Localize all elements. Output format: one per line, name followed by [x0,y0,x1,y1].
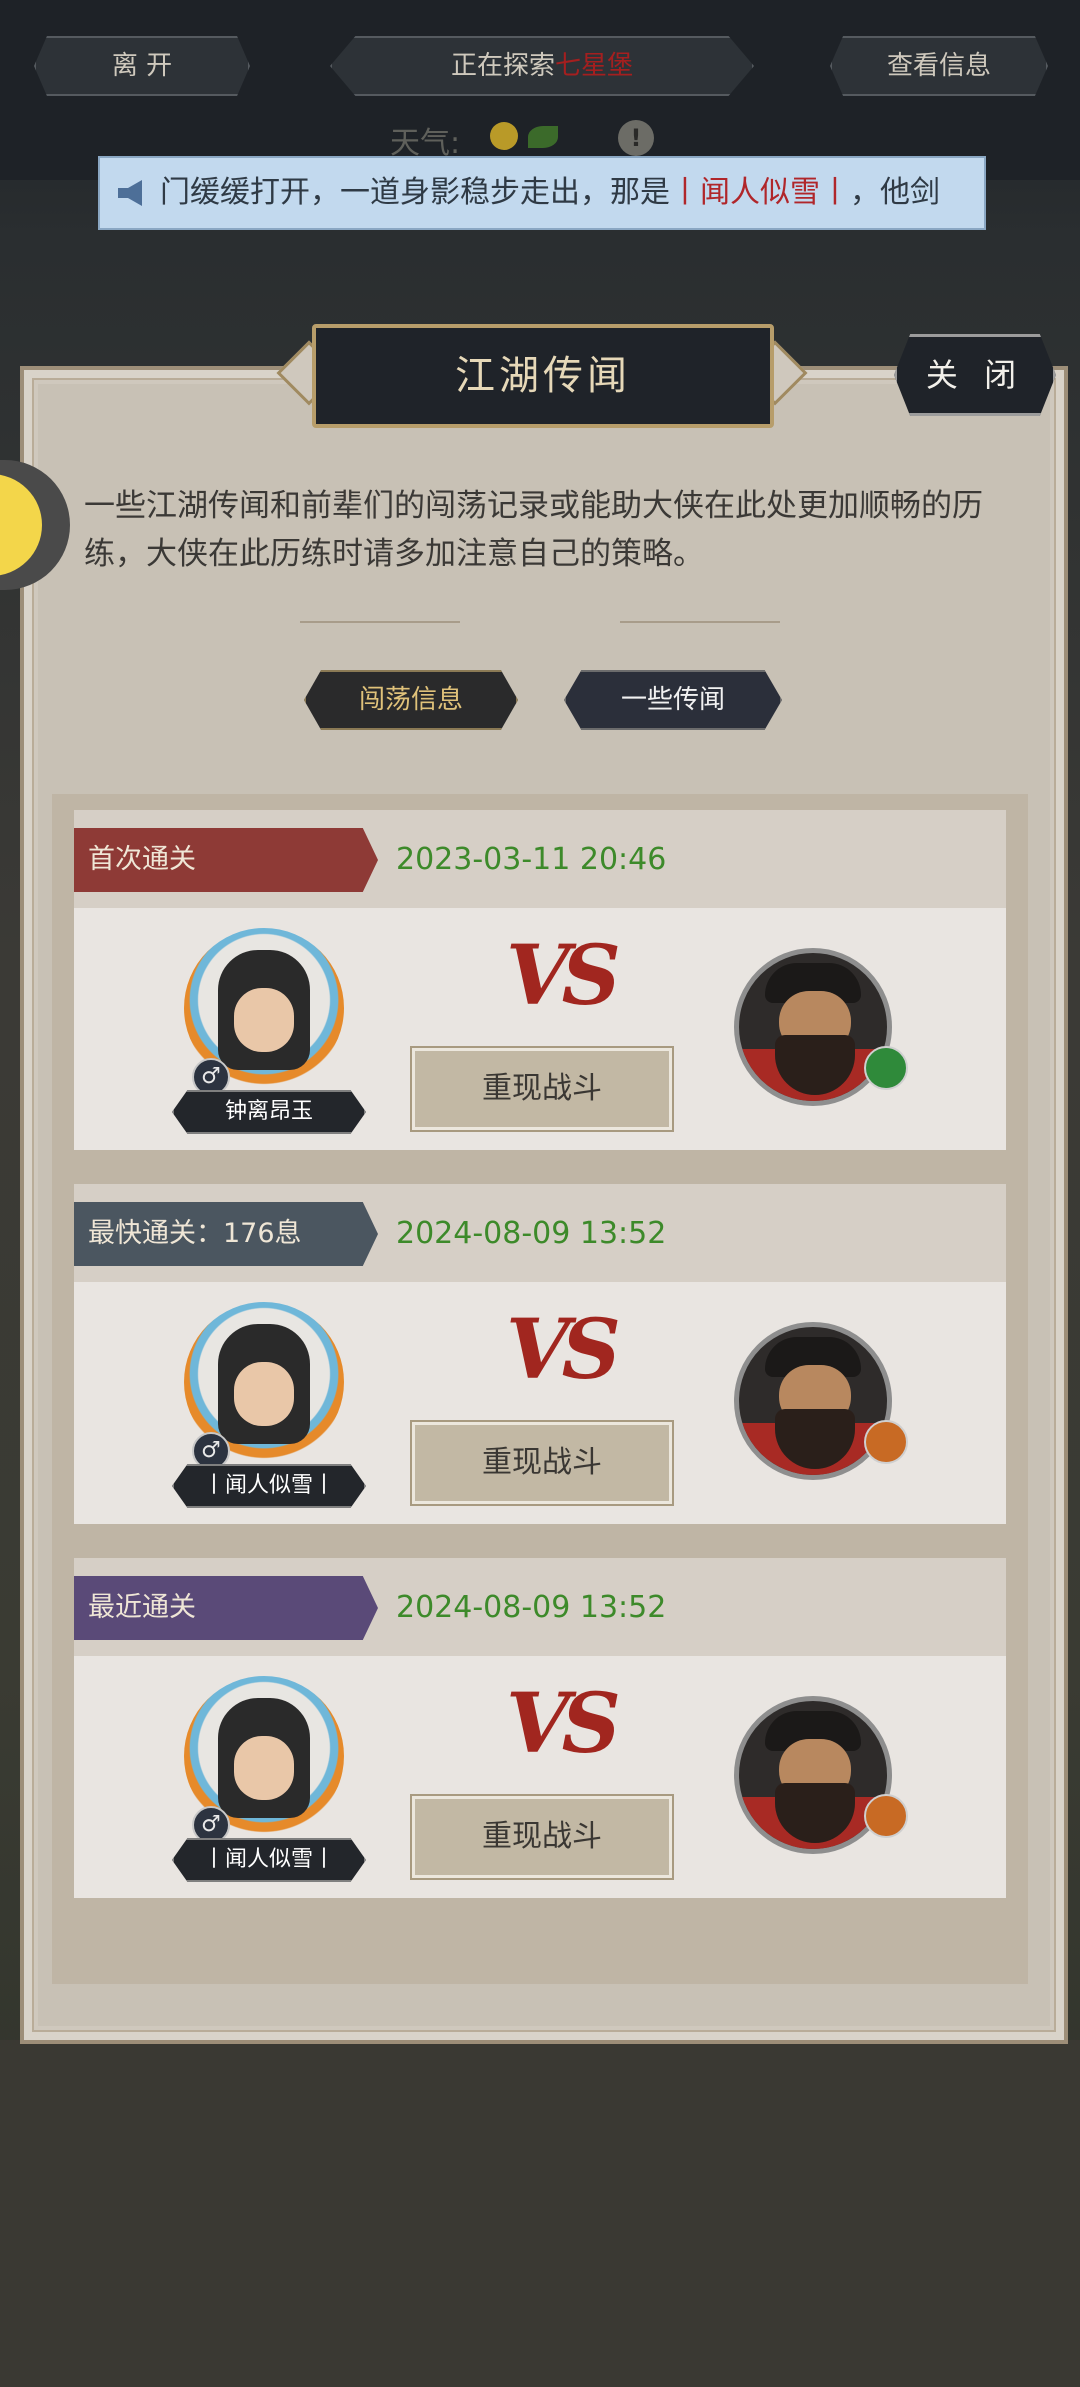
hero-name: 丨闻人似雪丨 [172,1464,366,1508]
marquee-player-name: 丨闻人似雪丨 [670,175,850,210]
divider-right [620,621,780,623]
vs-icon: VS [506,1676,621,1772]
weapon-badge-icon [864,1046,908,1090]
hero-face [234,988,294,1052]
view-info-button[interactable]: 查看信息 [830,36,1048,96]
exploring-place: 七星堡 [555,51,634,81]
hero-face [234,1736,294,1800]
divider-left [300,621,460,623]
close-button[interactable]: 关 闭 [894,334,1056,416]
record-body: ♂ 丨闻人似雪丨 VS 重现战斗 [74,1656,1006,1898]
marquee-text: 门缓缓打开，一道身影稳步走出，那是丨闻人似雪丨，他剑 [160,158,940,228]
marquee-text-before: 门缓缓打开，一道身影稳步走出，那是 [160,175,670,210]
leaf-icon [528,126,558,148]
record-card: 最快通关：176息 2024-08-09 13:52 ♂ 丨闻人似雪丨 VS 重… [74,1184,1006,1524]
record-label: 最近通关 [74,1576,378,1640]
weapon-badge-icon [864,1794,908,1838]
hero-name: 钟离昂玉 [172,1090,366,1134]
leave-button[interactable]: 离 开 [34,36,250,96]
exploring-prefix: 正在探索 [450,51,555,81]
record-header: 最近通关 2024-08-09 13:52 [74,1558,1006,1656]
broadcast-marquee: 门缓缓打开，一道身影稳步走出，那是丨闻人似雪丨，他剑 [98,156,986,230]
record-date: 2023-03-11 20:46 [396,842,667,877]
exploring-status: 正在探索七星堡 [330,36,754,96]
top-bar: 离 开 正在探索七星堡 查看信息 天气: ! [0,0,1080,180]
vs-icon: VS [506,928,621,1024]
replay-battle-button[interactable]: 重现战斗 [410,1420,674,1506]
record-label: 最快通关：176息 [74,1202,378,1266]
record-date: 2024-08-09 13:52 [396,1590,667,1625]
weapon-badge-icon [864,1420,908,1464]
record-date: 2024-08-09 13:52 [396,1216,667,1251]
record-body: ♂ 丨闻人似雪丨 VS 重现战斗 [74,1282,1006,1524]
sun-icon [490,122,518,150]
record-card: 首次通关 2023-03-11 20:46 ♂ 钟离昂玉 VS 重现战斗 [74,810,1006,1150]
dialog-intro: 一些江湖传闻和前辈们的闯荡记录或能助大侠在此处更加顺畅的历练，大侠在此历练时请多… [84,488,983,572]
alert-icon[interactable]: ! [618,120,654,156]
replay-battle-button[interactable]: 重现战斗 [410,1794,674,1880]
record-list: 首次通关 2023-03-11 20:46 ♂ 钟离昂玉 VS 重现战斗 最快通… [52,794,1028,1984]
tab-rumors[interactable]: 一些传闻 [564,670,782,730]
hero-name: 丨闻人似雪丨 [172,1838,366,1882]
side-avatar-icon [0,474,42,576]
marquee-text-after: ，他剑 [850,175,940,210]
record-card: 最近通关 2024-08-09 13:52 ♂ 丨闻人似雪丨 VS 重现战斗 [74,1558,1006,1898]
vs-icon: VS [506,1302,621,1398]
record-body: ♂ 钟离昂玉 VS 重现战斗 [74,908,1006,1150]
tab-adventure-info[interactable]: 闯荡信息 [304,670,518,730]
replay-battle-button[interactable]: 重现战斗 [410,1046,674,1132]
map-bottom-area [0,2040,1080,2387]
record-header: 最快通关：176息 2024-08-09 13:52 [74,1184,1006,1282]
record-header: 首次通关 2023-03-11 20:46 [74,810,1006,908]
hero-face [234,1362,294,1426]
dialog-title: 江湖传闻 [312,324,774,428]
megaphone-icon [118,180,142,206]
record-label: 首次通关 [74,828,378,892]
